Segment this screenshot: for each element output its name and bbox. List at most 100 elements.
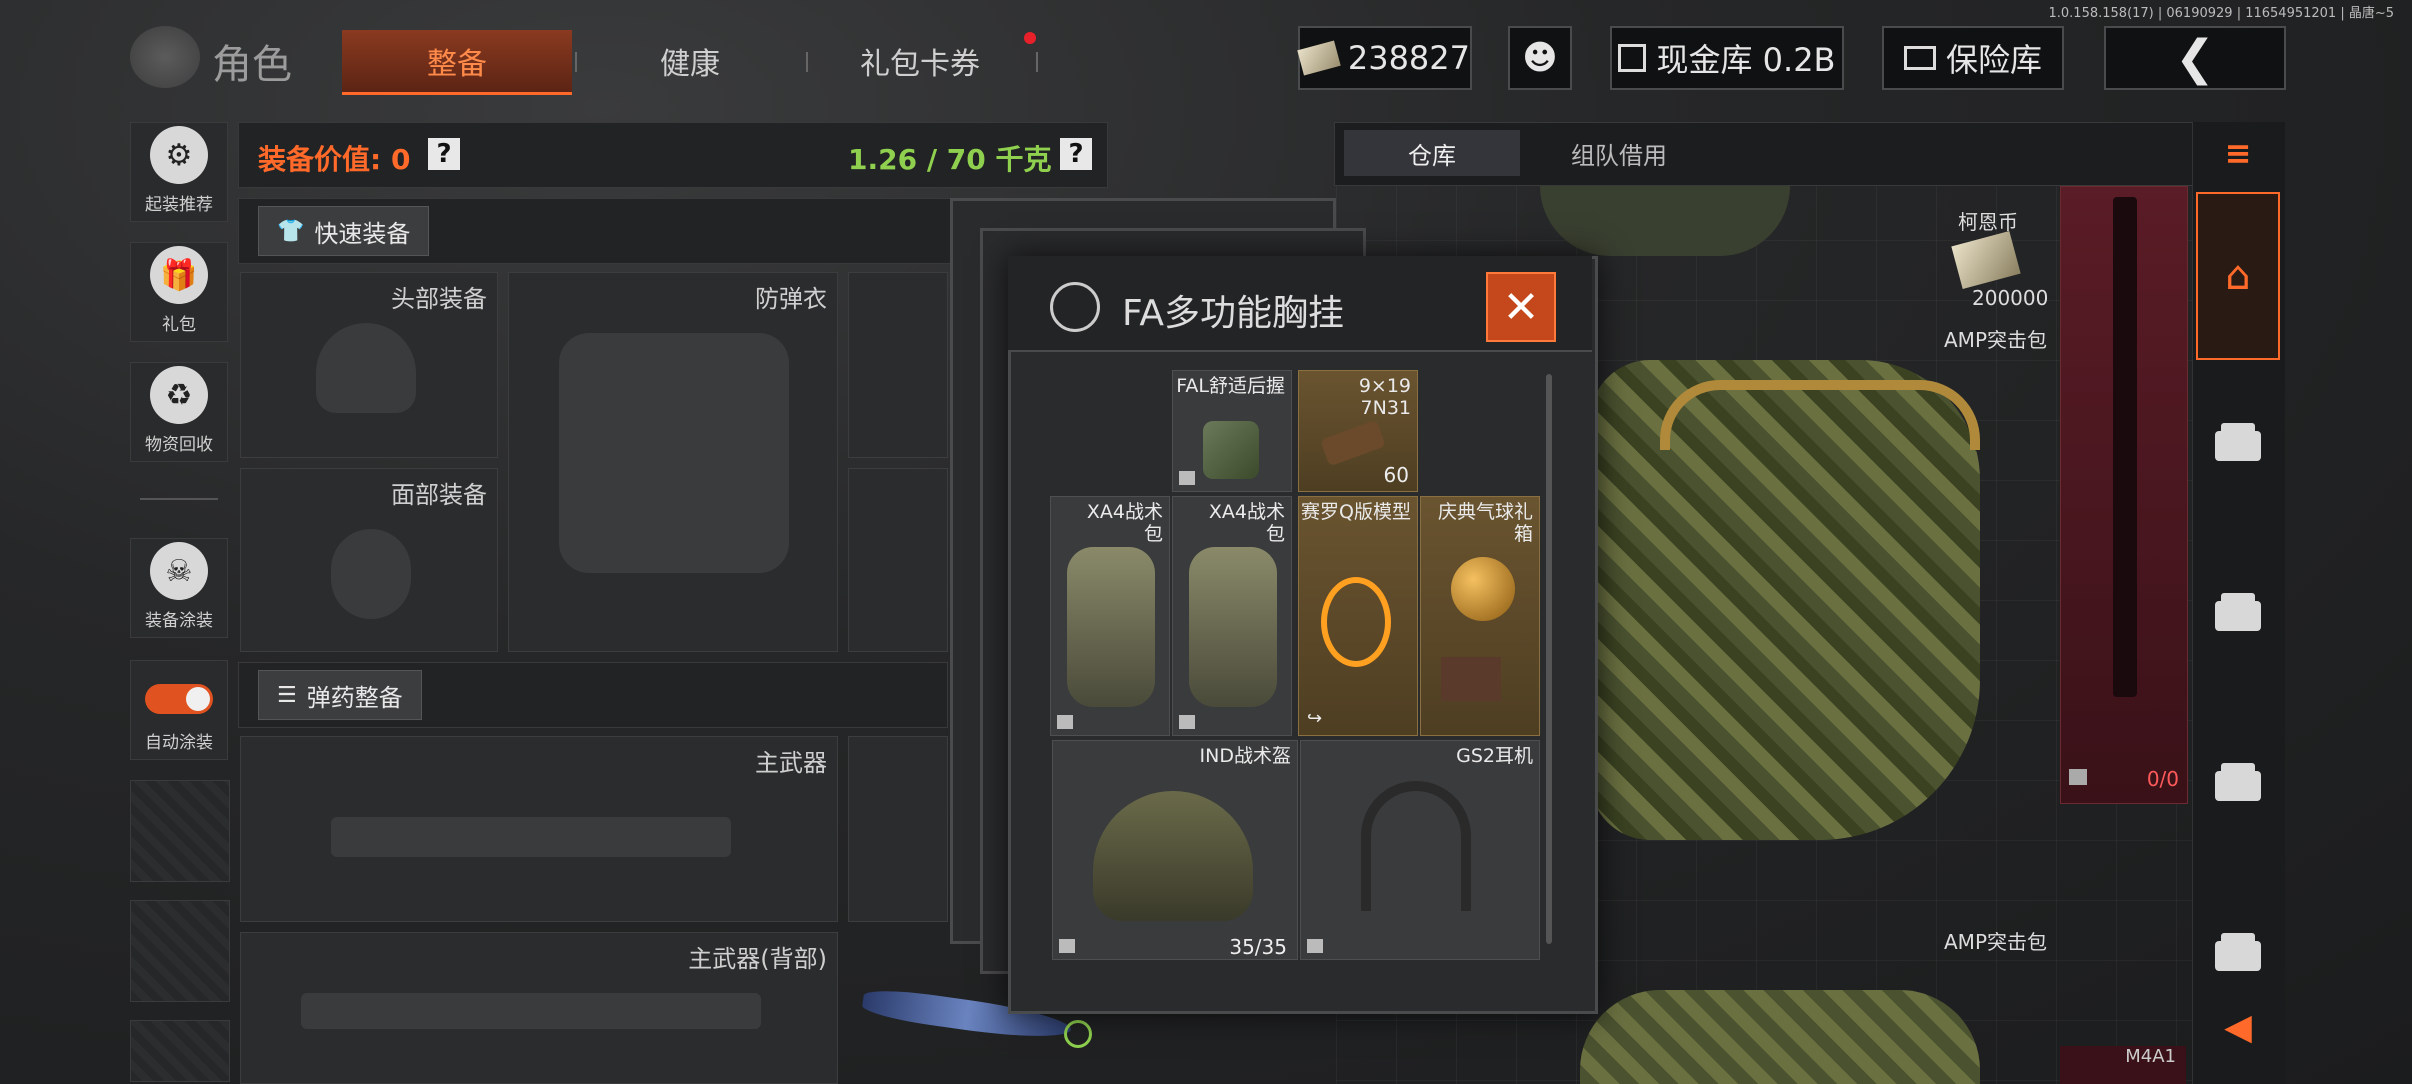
item-name: XA4战术包 [1086,501,1163,545]
item-cell[interactable]: IND战术盔 35/35 [1052,740,1298,960]
sort-icon: ≡ [2224,134,2252,172]
capacity-text: 0/0 [2146,767,2179,791]
quick-equip-label: 快速装备 [314,219,411,248]
close-button[interactable]: ✕ [1486,272,1556,342]
crate-mini-icon [1057,715,1073,729]
item-name: GS2耳机 [1456,745,1533,767]
slot-armor[interactable]: 防弹衣 [508,272,838,652]
tab-loadout[interactable]: 整备 [342,30,572,95]
slot-label: 防弹衣 [755,285,827,313]
storage-crate-button-4[interactable] [2198,920,2278,992]
slot-partial[interactable] [848,272,948,458]
empty-slot [130,780,230,882]
sidebar-item-auto-paint[interactable]: 自动涂装 [130,660,228,760]
tab-gift-coupons[interactable]: 礼包卡券 [830,30,1010,92]
slot-primary[interactable]: 主武器 [240,736,838,922]
tab-divider [806,52,808,72]
storage-crate-button-1[interactable] [2198,410,2278,482]
item-cell[interactable]: 9×19 7N31 60 [1298,370,1418,492]
item-cell[interactable]: 赛罗Q版模型 ↪ [1298,496,1418,736]
crate-mini-icon [1179,471,1195,485]
slot-label: 主武器(背部) [688,945,827,973]
crate-icon [2215,593,2261,631]
grip-image [1203,421,1259,479]
popup-scrollbar[interactable] [1546,374,1552,944]
item-cell[interactable]: XA4战术包 [1172,496,1292,736]
slot-face[interactable]: 面部装备 [240,468,498,652]
pouch-image [1189,547,1277,707]
bag-label: AMP突击包 [1944,930,2047,954]
helmet-silhouette-icon [316,323,416,413]
item-cell[interactable]: XA4战术包 [1050,496,1170,736]
storage-crate-button-3[interactable] [2198,750,2278,822]
exit-icon: ↪ [1307,708,1323,729]
cash-vault-button[interactable]: 现金库 0.2B [1610,26,1844,90]
currency-display[interactable]: 238827 [1297,26,1472,90]
safe-box-button[interactable]: 保险库 [1882,26,2064,90]
sidebar-item-gift[interactable]: 🎁 礼包 [130,242,228,342]
cash-vault-label: 现金库 0.2B [1656,41,1836,79]
version-text: 1.0.158.158(17) | 06190929 | 11654951201… [2048,6,2395,21]
bag-image-top [1540,186,1790,256]
gift-icon: 🎁 [150,246,208,304]
help-icon[interactable]: ? [428,138,460,170]
back-button[interactable]: ❮ [2104,26,2286,90]
storage-crate-button-2[interactable] [2198,580,2278,652]
sidebar-item-label: 装备涂装 [145,611,213,631]
sidebar-divider [140,498,218,500]
item-name: 赛罗Q版模型 [1301,501,1411,523]
weapon-slot[interactable]: 0/0 [2060,186,2188,804]
help-icon[interactable]: ? [1060,138,1092,170]
tab-team-borrow[interactable]: 组队借用 [1524,130,1714,176]
home-tab-button[interactable]: ⌂ [2196,192,2280,360]
agent-icon: ☻ [1522,38,1558,78]
bag-label: AMP突击包 [1944,328,2047,352]
crate-icon [2215,763,2261,801]
item-qty: 35/35 [1229,935,1287,959]
slot-partial[interactable] [848,736,948,922]
ammo-equip-button[interactable]: ☰ 弹药整备 [258,670,422,720]
slot-primary-back[interactable]: 主武器(背部) [240,932,838,1084]
tab-warehouse[interactable]: 仓库 [1344,130,1520,176]
item-name: XA4战术包 [1208,501,1285,545]
weight-value: 1.26 / 70 千克 [848,143,1052,176]
vault-icon [1618,44,1647,72]
quick-equip-button[interactable]: 👕 快速装备 [258,206,430,256]
empty-slot [130,1020,230,1082]
slot-label: 面部装备 [391,481,487,509]
recycle-icon: ♻ [150,366,208,424]
sidebar-item-label: 自动涂装 [145,733,213,753]
tab-divider [1036,52,1038,72]
weapon-label: M4A1 [2060,1046,2186,1084]
item-qty: 60 [1383,463,1409,487]
rifle-silhouette-icon [301,993,761,1029]
slot-partial[interactable] [848,468,948,652]
currency-value: 238827 [1347,39,1470,77]
safe-box-label: 保险库 [1945,41,2042,79]
toggle-icon[interactable] [145,684,213,714]
sidebar-item-paint[interactable]: ☠ 装备涂装 [130,538,228,638]
item-name: IND战术盔 [1199,745,1291,767]
item-cell[interactable]: FAL舒适后握 [1172,370,1292,492]
ammo-equip-label: 弹药整备 [306,683,403,712]
item-cell[interactable]: GS2耳机 [1300,740,1540,960]
tab-divider [575,52,577,72]
ammo-image [1320,419,1386,467]
item-name: 庆典气球礼箱 [1437,501,1533,545]
sort-button[interactable]: ≡ [2198,122,2278,184]
page-title: 角色 [212,42,292,88]
bag-strap [1660,380,1980,450]
sidebar-item-recommend[interactable]: ⚙ 起装推荐 [130,122,228,222]
globe-icon [1050,282,1100,332]
sidebar-item-recycle[interactable]: ♻ 物资回收 [130,362,228,462]
agent-button[interactable]: ☻ [1508,26,1572,90]
crate-mini-icon [1059,939,1075,953]
tab-health[interactable]: 健康 [600,30,780,92]
crate-icon [2215,423,2261,461]
collapse-button[interactable]: ◀ [2198,1000,2278,1054]
slot-head[interactable]: 头部装备 [240,272,498,458]
crate-mini-icon [1307,939,1323,953]
helmet-gear-icon: ⚙ [150,126,208,184]
item-cell[interactable]: 庆典气球礼箱 [1420,496,1540,736]
pouch-image [1067,547,1155,707]
